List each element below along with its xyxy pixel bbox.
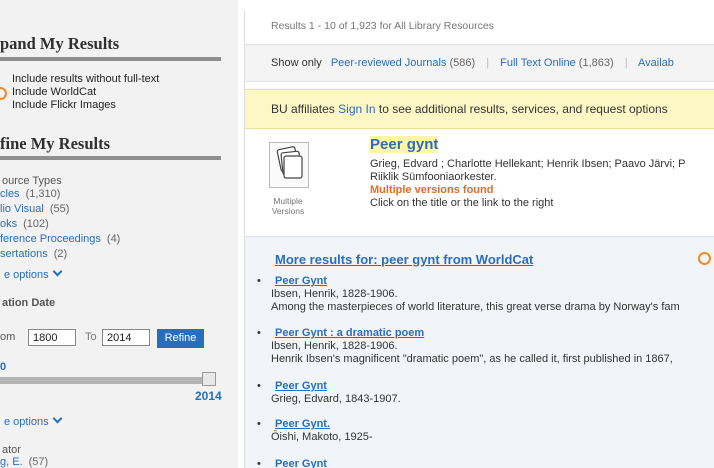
affiliate-suffix: to see additional results, services, and… (378, 102, 668, 116)
list-item: • Peer Gynt (245, 458, 714, 468)
slider-max-label: 2014 (195, 389, 222, 403)
facet-label: g, E. (0, 456, 23, 468)
facet-label: cles (0, 188, 20, 200)
item-author: Grieg, Edvard, 1843-1907. (271, 393, 401, 405)
affiliate-notice: BU affiliates Sign In to see additional … (245, 89, 714, 129)
facet-label: ference Proceedings (0, 233, 101, 245)
facet-count: (57) (28, 456, 49, 468)
filter-count: (586) (449, 57, 476, 69)
top-result-hint: Click on the title or the link to the ri… (370, 197, 554, 209)
multiple-versions-found[interactable]: Multiple versions found (370, 184, 493, 196)
filter-label: Peer-reviewed Journals (330, 57, 447, 69)
facet-count: (4) (106, 233, 121, 245)
top-result-publisher: Riiklik Sümfooniaorkester. (370, 171, 497, 183)
slider-min-label: 0 (0, 361, 7, 373)
facet-label: sertations (0, 248, 48, 260)
item-author: Ibsen, Henrik, 1828-1906. (271, 340, 398, 352)
include-worldcat-option[interactable]: Include WorldCat (12, 86, 96, 98)
date-slider-handle[interactable] (202, 372, 216, 386)
from-year-input[interactable] (28, 329, 76, 346)
creator-heading: ator (2, 444, 21, 456)
bullet-icon: • (257, 418, 261, 430)
include-no-fulltext-option[interactable]: Include results without full-text (12, 73, 159, 85)
include-flickr-option[interactable]: Include Flickr Images (12, 99, 116, 111)
expand-results-heading: pand My Results (0, 34, 120, 53)
to-label: To (85, 331, 97, 343)
include-worldcat-radio-icon[interactable] (0, 87, 7, 100)
multiple-versions-label: Multiple Versions (271, 196, 305, 216)
divider: | (624, 57, 628, 69)
results-count: Results 1 - 10 of 1,923 for All Library … (271, 20, 494, 32)
item-author: Ibsen, Henrik, 1828-1906. (271, 288, 398, 300)
date-slider-track[interactable] (0, 377, 216, 384)
filter-count: (1,863) (578, 57, 614, 69)
sidebar: pand My Results Include results without … (0, 0, 238, 468)
refine-button[interactable]: Refine (157, 329, 204, 348)
more-options-label: e options (4, 269, 49, 281)
facet-dissertations[interactable]: sertations (2) (0, 248, 67, 260)
facet-count: (2) (53, 248, 68, 260)
option-label: Include results without full-text (12, 73, 160, 85)
top-result-authors: Grieg, Edvard ; Charlotte Hellekant; Hen… (370, 158, 686, 170)
publication-date-heading: ation Date (2, 297, 56, 309)
facet-articles[interactable]: cles (1,310) (0, 188, 60, 200)
option-label: Include WorldCat (12, 86, 97, 98)
list-item: • Peer Gynt : a dramatic poem Ibsen, Hen… (245, 327, 714, 367)
facet-count: (1,310) (25, 188, 61, 200)
chevron-down-icon (52, 413, 63, 424)
documents-stack-icon (276, 146, 303, 179)
filter-peer-reviewed[interactable]: Peer-reviewed Journals (586) (331, 57, 475, 69)
item-title[interactable]: Peer Gynt. (275, 418, 330, 430)
facet-creator-grieg[interactable]: g, E. (57) (0, 456, 48, 468)
heading-rule (0, 57, 221, 61)
bullet-icon: • (257, 327, 261, 339)
divider: | (486, 57, 490, 69)
collapse-toggle-icon[interactable] (698, 252, 711, 265)
item-description: Among the masterpieces of world literatu… (271, 301, 680, 313)
bullet-icon: • (257, 275, 261, 287)
sign-in-link[interactable]: Sign In (338, 102, 375, 116)
facet-count: (55) (49, 203, 70, 215)
top-result-title[interactable]: Peer gynt (370, 136, 439, 153)
facet-count: (102) (23, 218, 49, 230)
worldcat-heading[interactable]: More results for: peer gynt from WorldCa… (275, 252, 533, 267)
from-label: om (0, 331, 16, 343)
more-options-label: e options (4, 416, 49, 428)
worldcat-panel: More results for: peer gynt from WorldCa… (245, 236, 714, 468)
list-item: • Peer Gynt Ibsen, Henrik, 1828-1906. Am… (245, 275, 714, 315)
list-item: • Peer Gynt. Ōishi, Makoto, 1925- (245, 418, 714, 446)
option-label: Include Flickr Images (12, 99, 116, 111)
facet-label: oks (0, 218, 18, 230)
facet-books[interactable]: oks (102) (0, 218, 49, 230)
facet-conference-proceedings[interactable]: ference Proceedings (4) (0, 233, 120, 245)
facet-audio-visual[interactable]: lio Visual (55) (0, 203, 69, 215)
filter-label: Full Text Online (500, 57, 576, 69)
results-panel: Results 1 - 10 of 1,923 for All Library … (244, 10, 714, 468)
item-description: Henrik Ibsen's magnificent "dramatic poe… (271, 353, 673, 365)
show-only-bar: Show only Peer-reviewed Journals (586) |… (245, 44, 714, 82)
item-author: Ōishi, Makoto, 1925- (271, 431, 373, 443)
refine-results-heading: fine My Results (0, 134, 110, 153)
more-options-link[interactable]: e options (4, 266, 63, 281)
affiliate-prefix: BU affiliates (271, 102, 335, 116)
filter-label: Availab (638, 57, 674, 69)
facet-label: lio Visual (0, 203, 44, 215)
show-only-label: Show only (271, 57, 322, 69)
more-options-link[interactable]: e options (4, 413, 63, 428)
list-item: • Peer Gynt Grieg, Edvard, 1843-1907. (245, 380, 714, 408)
heading-rule (0, 156, 221, 160)
top-result: Multiple Versions Peer gynt Grieg, Edvar… (245, 130, 714, 232)
bullet-icon: • (257, 458, 261, 468)
filter-full-text-online[interactable]: Full Text Online (1,863) (500, 57, 614, 69)
item-title[interactable]: Peer Gynt (275, 380, 327, 392)
filter-available[interactable]: Availab (638, 57, 674, 69)
to-year-input[interactable] (102, 329, 150, 346)
item-title[interactable]: Peer Gynt (275, 458, 327, 468)
item-title[interactable]: Peer Gynt (275, 275, 327, 287)
multiple-versions-icon[interactable] (269, 142, 309, 188)
bullet-icon: • (257, 380, 261, 392)
chevron-down-icon (52, 266, 63, 277)
item-title[interactable]: Peer Gynt : a dramatic poem (275, 327, 424, 339)
source-types-heading: ource Types (2, 175, 62, 187)
